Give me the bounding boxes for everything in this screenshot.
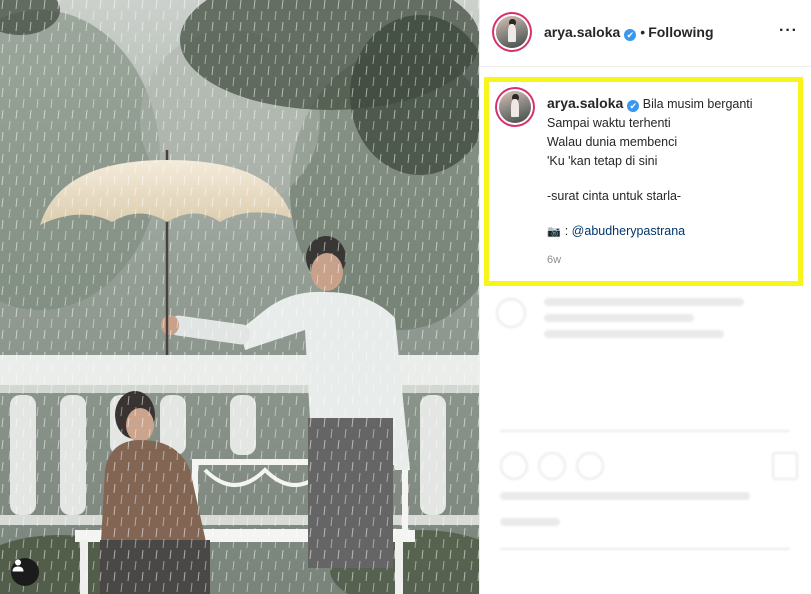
user-tag-button[interactable] xyxy=(11,558,39,586)
avatar-figure xyxy=(508,23,517,43)
caption-credit: 📷: @abudherypastrana xyxy=(547,222,793,242)
faded-divider xyxy=(500,430,790,432)
faded-line xyxy=(544,330,724,338)
avatar-figure xyxy=(511,98,520,118)
caption-line-3: Walau dunia membenci xyxy=(547,135,678,149)
author-avatar[interactable] xyxy=(496,16,528,48)
separator-dot: • xyxy=(640,24,646,40)
author-username[interactable]: arya.saloka xyxy=(544,24,620,40)
faded-share-icon xyxy=(576,452,604,480)
caption-gap xyxy=(547,206,793,222)
faded-line xyxy=(500,518,560,526)
camera-icon: 📷 xyxy=(547,226,561,238)
following-button[interactable]: Following xyxy=(648,24,713,40)
caption-author-avatar[interactable] xyxy=(499,91,531,123)
faded-comments-area xyxy=(480,290,811,594)
faded-line xyxy=(544,298,744,306)
user-tag-icon xyxy=(12,559,24,572)
faded-like-icon xyxy=(500,452,528,480)
rain-scene-illustration xyxy=(0,0,479,594)
faded-line xyxy=(500,492,750,500)
verified-badge-icon: ✔ xyxy=(624,29,637,41)
caption-first-line: arya.saloka ✔ Bila musim berganti xyxy=(547,94,793,114)
caption-username[interactable]: arya.saloka xyxy=(547,95,623,111)
caption-line-1: Bila musim berganti xyxy=(642,97,753,111)
post-age[interactable]: 6w xyxy=(547,254,561,266)
faded-line xyxy=(544,314,694,322)
faded-save-icon xyxy=(772,452,798,480)
caption-line-4: 'Ku 'kan tetap di sini xyxy=(547,154,658,168)
caption-text: arya.saloka ✔ Bila musim berganti Sampai … xyxy=(547,94,793,242)
caption-line-2: Sampai waktu terhenti xyxy=(547,116,671,130)
faded-avatar xyxy=(496,298,526,328)
faded-divider xyxy=(500,548,790,550)
faded-comment-icon xyxy=(538,452,566,480)
more-options-icon[interactable]: ··· xyxy=(779,22,798,40)
caption-signature: -surat cinta untuk starla- xyxy=(547,189,682,203)
credit-separator: : xyxy=(564,224,569,238)
post-header: arya.saloka ✔ • Following ··· xyxy=(480,0,811,67)
post-sidebar: arya.saloka ✔ • Following ··· arya.saloka ✔ … xyxy=(479,0,811,594)
caption-gap xyxy=(547,171,793,187)
photographer-mention-link[interactable]: @abudherypastrana xyxy=(572,224,685,238)
post-photo[interactable] xyxy=(0,0,479,594)
caption-highlight-box: arya.saloka ✔ Bila musim berganti Sampai … xyxy=(484,77,803,286)
author-line: arya.saloka ✔ • Following xyxy=(544,24,714,41)
verified-badge-icon: ✔ xyxy=(627,100,640,112)
